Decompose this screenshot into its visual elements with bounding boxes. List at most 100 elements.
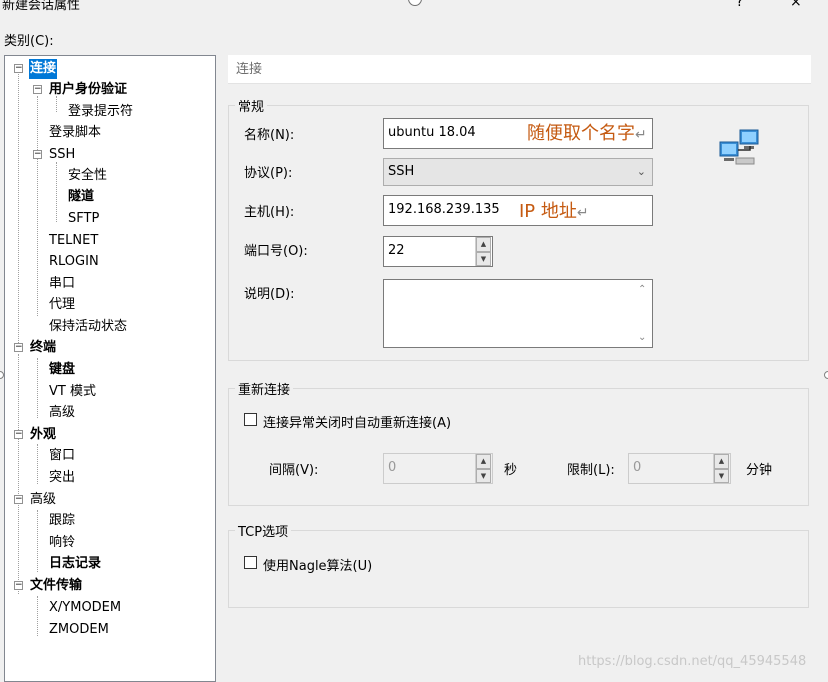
tree-item-vt-mode[interactable]: VT 模式 [5,382,215,402]
tree-item-label: 用户身份验证 [49,82,128,97]
tree-item-zmodem[interactable]: ZMODEM [5,620,215,640]
tree-item-label: 登录脚本 [49,125,102,140]
tree-item-label: 登录提示符 [68,104,134,119]
tree-item-label: TELNET [49,233,99,248]
tree-item-proxy[interactable]: 代理 [5,295,215,315]
tree-item-label: 窗口 [49,448,76,463]
interval-label: 间隔(V): [269,463,319,478]
scroll-down-icon[interactable]: ⌄ [638,332,646,343]
protocol-select[interactable]: SSH ⌄ [383,158,653,186]
protocol-label: 协议(P): [244,166,293,181]
name-label: 名称(N): [244,128,295,143]
tree-item-label: X/YMODEM [49,600,122,615]
interval-value: 0 [388,460,397,475]
tree-item-terminal[interactable]: − 终端 [5,338,215,358]
group-title: 常规 [235,96,268,115]
auto-reconnect-checkbox[interactable] [244,413,257,426]
return-mark: ↵ [635,127,647,143]
resize-handle-top[interactable] [408,0,422,6]
tree-item-bell[interactable]: 响铃 [5,533,215,553]
collapse-icon[interactable]: − [14,495,23,504]
collapse-icon[interactable]: − [33,150,42,159]
tree-item-ssh[interactable]: − SSH [5,145,215,165]
spin-up-icon[interactable]: ▲ [714,454,729,469]
name-annotation: 随便取个名字↵ [527,119,647,145]
collapse-icon[interactable]: − [14,430,23,439]
spin-up-icon[interactable]: ▲ [476,454,491,469]
description-label: 说明(D): [244,287,295,302]
tree-item-label: 隧道 [68,189,95,204]
category-label: 类别(C): [4,34,54,49]
tree-item-label: 代理 [49,297,76,312]
tree-item-connection[interactable]: − 连接 [5,59,215,79]
scroll-up-icon[interactable]: ⌃ [638,284,646,295]
tree-item-trace[interactable]: 跟踪 [5,511,215,531]
tree-item-label: 键盘 [49,362,76,377]
tree-item-tunnel[interactable]: 隧道 [5,187,215,207]
network-connection-icon [719,129,759,165]
collapse-icon[interactable]: − [33,85,42,94]
host-input[interactable]: 192.168.239.135 [383,195,653,226]
tree-item-label: 文件传输 [30,578,83,593]
limit-stepper[interactable]: ▲ ▼ [713,454,729,483]
tree-item-label: 跟踪 [49,513,76,528]
tree-item-advanced-root[interactable]: − 高级 [5,490,215,510]
tree-item-keyboard[interactable]: 键盘 [5,360,215,380]
tree-item-label: SSH [49,147,76,162]
spin-up-icon[interactable]: ▲ [476,237,491,252]
host-value: 192.168.239.135 [388,202,500,217]
tree-item-sftp[interactable]: SFTP [5,209,215,229]
reconnect-group: 重新连接 [228,379,809,506]
tree-item-highlight[interactable]: 突出 [5,468,215,488]
tree-item-window[interactable]: 窗口 [5,446,215,466]
tree-item-label: SFTP [68,211,100,226]
collapse-icon[interactable]: − [14,581,23,590]
tree-item-label: 高级 [30,492,57,507]
spin-down-icon[interactable]: ▼ [714,468,729,483]
tree-item-keepalive[interactable]: 保持活动状态 [5,317,215,337]
tree-item-telnet[interactable]: TELNET [5,231,215,251]
description-scrollbar[interactable]: ⌃ ⌄ [635,280,652,347]
tree-item-label: 外观 [30,427,57,442]
tree-item-label: 安全性 [68,168,108,183]
spin-down-icon[interactable]: ▼ [476,468,491,483]
name-value: ubuntu 18.04 [388,125,476,140]
limit-value: 0 [633,460,642,475]
tree-item-xymodem[interactable]: X/YMODEM [5,598,215,618]
limit-unit: 分钟 [746,463,773,478]
resize-handle-right[interactable] [824,371,828,379]
tree-item-label: 串口 [49,276,76,291]
group-title: TCP选项 [235,521,292,540]
close-button[interactable]: × [790,0,802,10]
tree-item-advanced[interactable]: 高级 [5,403,215,423]
protocol-value: SSH [388,164,415,179]
description-textarea[interactable]: ⌃ ⌄ [383,279,653,348]
tree-item-label: 突出 [49,470,76,485]
category-tree[interactable]: − 连接 − 用户身份验证 登录提示符 登录脚本 − SSH 安全性 隧道 SF… [4,55,216,682]
nagle-checkbox[interactable] [244,556,257,569]
tree-item-login-prompt[interactable]: 登录提示符 [5,102,215,122]
help-button[interactable]: ? [736,0,743,10]
auto-reconnect-label: 连接异常关闭时自动重新连接(A) [263,416,452,431]
tree-item-logging[interactable]: 日志记录 [5,554,215,574]
spin-down-icon[interactable]: ▼ [476,251,491,266]
tree-item-security[interactable]: 安全性 [5,166,215,186]
tree-item-auth[interactable]: − 用户身份验证 [5,80,215,100]
port-stepper[interactable]: ▲ ▼ [475,237,491,266]
tree-item-login-script[interactable]: 登录脚本 [5,123,215,143]
collapse-icon[interactable]: − [14,343,23,352]
interval-stepper[interactable]: ▲ ▼ [475,454,491,483]
host-annotation-text: IP 地址 [519,201,577,222]
tree-item-serial[interactable]: 串口 [5,274,215,294]
host-annotation: IP 地址↵ [519,197,589,223]
tree-item-appearance[interactable]: − 外观 [5,425,215,445]
tree-item-label: 日志记录 [49,556,102,571]
tree-item-label: 高级 [49,405,76,420]
tree-item-rlogin[interactable]: RLOGIN [5,252,215,272]
return-mark: ↵ [576,205,589,221]
collapse-icon[interactable]: − [14,64,23,73]
tree-item-label: 连接 [29,59,58,79]
group-title: 重新连接 [235,379,294,398]
tree-item-label: 保持活动状态 [49,319,128,334]
tree-item-file-transfer[interactable]: − 文件传输 [5,576,215,596]
